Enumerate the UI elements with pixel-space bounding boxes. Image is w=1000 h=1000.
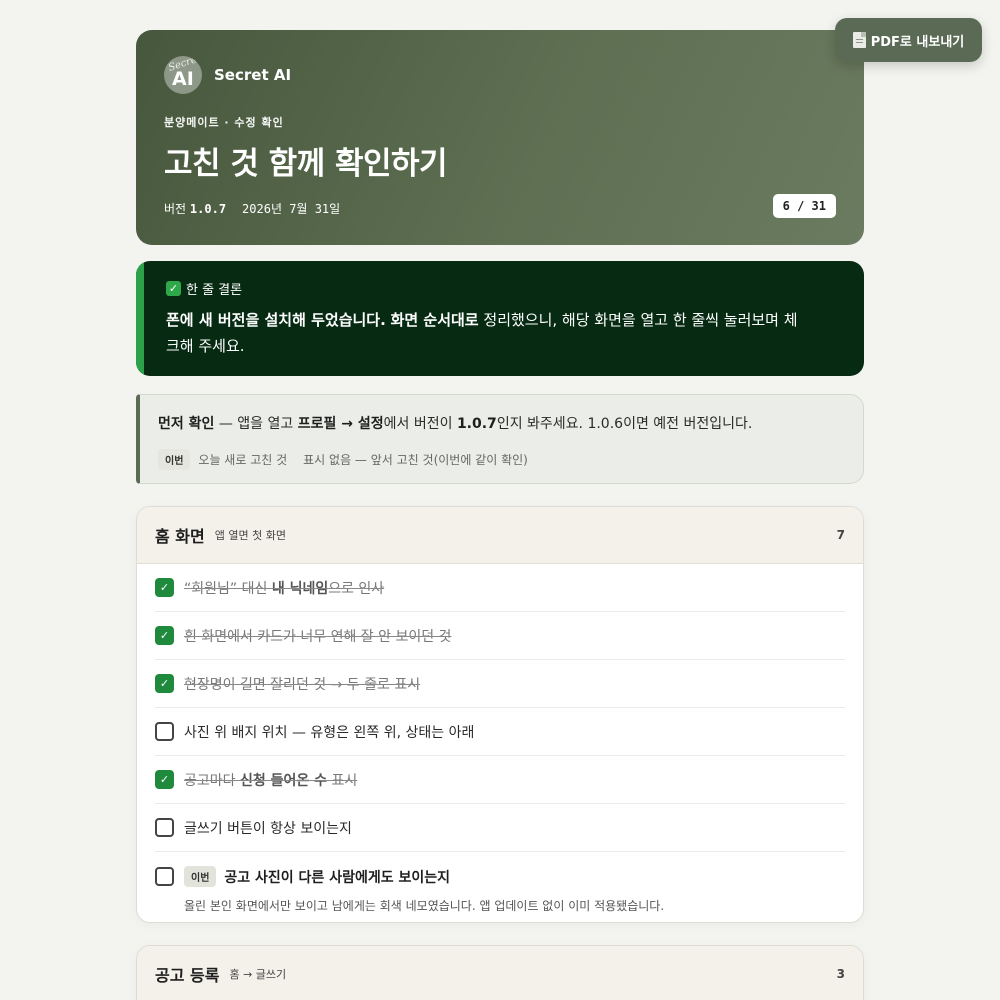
version-number: 1.0.7 [189,202,227,216]
checkbox-empty-icon[interactable] [155,818,174,837]
checklist: ✓ “회원님” 대신 내 닉네임으로 인사 ✓ 흰 화면에서 카드가 너무 연해… [137,564,863,922]
conclusion-bold-2: 화면 순서대로 [390,311,479,329]
page-title: 고친 것 함께 확인하기 [164,146,448,182]
list-item[interactable]: ✓ 흰 화면에서 카드가 너무 연해 잘 안 보이던 것 [155,612,845,660]
checkbox-empty-icon[interactable] [155,722,174,741]
page-counter-badge: 6 / 31 [772,194,836,218]
conclusion-body: 폰에 새 버전을 설치해 두었습니다. 화면 순서대로 정리했으니, 해당 화면… [166,307,806,359]
document-icon [852,32,866,48]
section-count: 7 [836,528,845,542]
section-subtitle: 앱 열면 첫 화면 [214,529,286,542]
logo-mark: AI [172,68,194,90]
list-item[interactable]: ✓ “회원님” 대신 내 닉네임으로 인사 [155,564,845,612]
item-title: 공고 사진이 다른 사람에게도 보이는지 [224,869,450,886]
checkbox-empty-icon[interactable] [155,867,174,886]
item-text: 사진 위 배지 위치 — 유형은 왼쪽 위, 상태는 아래 [184,724,475,741]
section-title: 홈 화면 [155,527,205,546]
list-item[interactable]: ✓ 공고마다 신청 들어온 수 표시 [155,756,845,804]
item-text: 현장명이 길면 잘리던 것 → 두 줄로 표시 [184,676,421,693]
notice-lead: 먼저 확인 [158,416,215,432]
item-text: 흰 화면에서 카드가 너무 연해 잘 안 보이던 것 [184,628,452,645]
legend-tag: 이번 [158,449,191,470]
notice-t1: — 앱을 열고 [214,416,298,432]
list-item[interactable]: 글쓰기 버튼이 항상 보이는지 [155,804,845,852]
item-text-post: 으로 인사 [328,580,385,597]
conclusion-heading: ✓ 한 줄 결론 [166,279,242,298]
section-subtitle: 홈 → 글쓰기 [229,968,287,981]
notice-legend: 이번 오늘 새로 고친 것 표시 없음 — 앞서 고친 것(이번에 같이 확인) [158,449,528,470]
section-header: 공고 등록 홈 → 글쓰기 3 [137,946,863,1000]
item-text: “회원님” 대신 [184,580,272,597]
version-meta: 버전 1.0.7 2026년 7월 31일 [164,200,340,217]
section-title: 공고 등록 [155,966,220,985]
new-tag: 이번 [184,866,217,887]
brand-logo: Secret AI [164,56,202,94]
legend-plain-desc: 표시 없음 — 앞서 고친 것(이번에 같이 확인) [303,453,528,467]
item-text: 공고마다 [184,772,240,789]
section-post-registration: 공고 등록 홈 → 글쓰기 3 [136,945,864,1000]
checkbox-checked-icon[interactable]: ✓ [155,674,174,693]
section-count: 3 [836,967,845,981]
hero-banner: Secret AI Secret AI 분양메이트 · 수정 확인 고친 것 함… [136,30,864,245]
section-home: 홈 화면 앱 열면 첫 화면 7 ✓ “회원님” 대신 내 닉네임으로 인사 ✓… [136,506,864,923]
conclusion-heading-text: 한 줄 결론 [186,283,243,298]
checkbox-checked-icon[interactable]: ✓ [155,770,174,789]
version-check-notice: 먼저 확인 — 앱을 열고 프로필 → 설정에서 버전이 1.0.7인지 봐주세… [136,394,864,484]
pdf-export-label: PDF로 내보내기 [870,34,965,50]
pdf-export-button[interactable]: PDF로 내보내기 [835,18,982,62]
check-mark-icon: ✓ [166,281,181,296]
item-text-post: 표시 [327,772,358,789]
list-item[interactable]: ✓ 현장명이 길면 잘리던 것 → 두 줄로 표시 [155,660,845,708]
item-text: 글쓰기 버튼이 항상 보이는지 [184,820,352,837]
legend-tag-desc: 오늘 새로 고친 것 [198,453,288,467]
item-bold: 신청 들어온 수 [239,772,328,789]
hero-eyebrow: 분양메이트 · 수정 확인 [164,116,284,129]
list-item[interactable]: 사진 위 배지 위치 — 유형은 왼쪽 위, 상태는 아래 [155,708,845,756]
conclusion-accent-bar [136,261,144,376]
brand: Secret AI Secret AI [164,56,291,94]
notice-version: 1.0.7 [456,416,497,432]
notice-t3: 인지 봐주세요. 1.0.6이면 예전 버전입니다. [496,416,753,432]
release-date: 2026년 7월 31일 [242,202,341,216]
list-item[interactable]: 이번 공고 사진이 다른 사람에게도 보이는지 올린 본인 화면에서만 보이고 … [155,852,845,922]
notice-t2: 에서 버전이 [383,416,457,432]
notice-text: 먼저 확인 — 앱을 열고 프로필 → 설정에서 버전이 1.0.7인지 봐주세… [158,413,752,433]
conclusion-bold-1: 폰에 새 버전을 설치해 두었습니다. [166,311,386,329]
conclusion-callout: ✓ 한 줄 결론 폰에 새 버전을 설치해 두었습니다. 화면 순서대로 정리했… [136,261,864,376]
checkbox-checked-icon[interactable]: ✓ [155,578,174,597]
section-header: 홈 화면 앱 열면 첫 화면 7 [137,507,863,564]
item-description: 올린 본인 화면에서만 보이고 남에게는 회색 네모였습니다. 앱 업데이트 없… [184,899,665,913]
item-bold: 내 닉네임 [271,580,329,597]
notice-path: 프로필 → 설정 [297,416,384,432]
brand-name: Secret AI [214,66,292,84]
checkbox-checked-icon[interactable]: ✓ [155,626,174,645]
version-label: 버전 [164,202,187,216]
